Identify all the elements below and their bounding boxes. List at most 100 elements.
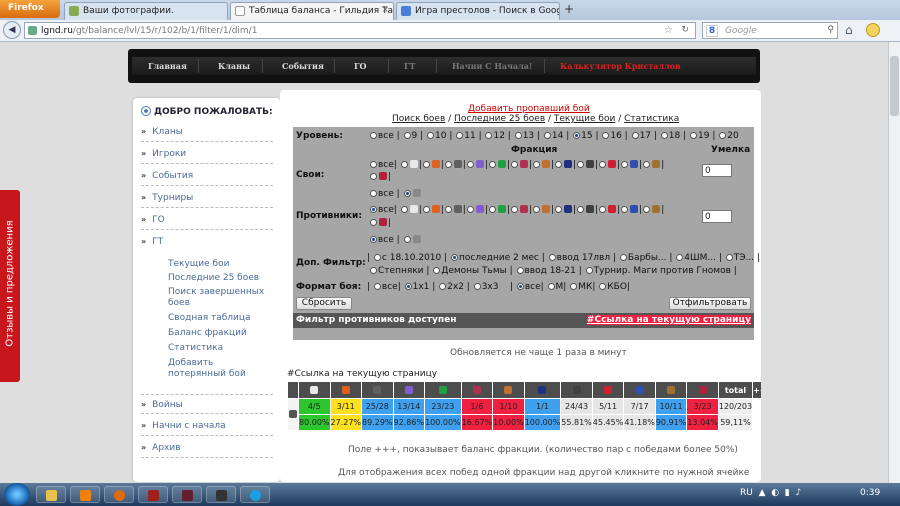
percent-cell[interactable]: 10.00% [492, 414, 525, 431]
extra-radio-8[interactable] [433, 267, 441, 274]
opp-rating-input[interactable]: 0 [702, 210, 732, 223]
faction-radio[interactable] [370, 173, 377, 180]
wins-cell[interactable]: 4/5 [298, 398, 331, 415]
menu-item-home[interactable]: Главная [148, 61, 187, 71]
faction-radio[interactable] [621, 161, 629, 168]
explorer-icon[interactable] [36, 486, 66, 503]
sidebar-item-events[interactable]: » События [141, 166, 273, 186]
reload-icon[interactable]: ↻ [681, 25, 689, 35]
wins-cell[interactable]: 1/6 [460, 398, 494, 415]
new-tab-icon[interactable]: + [562, 3, 576, 17]
faction-radio[interactable] [466, 206, 474, 213]
extra-radio-3[interactable] [548, 254, 556, 261]
extra-radio-5[interactable] [676, 254, 684, 261]
scrollbar-thumb[interactable] [890, 56, 899, 116]
vertical-scrollbar[interactable] [888, 42, 900, 483]
menu-item-events[interactable]: События [282, 61, 324, 71]
sidebar-item-wars[interactable]: » Войны [141, 394, 273, 414]
sidebar-item-start-over[interactable]: » Начни с начала [141, 416, 273, 436]
faction-radio[interactable] [599, 206, 607, 213]
wins-cell[interactable]: 3/11 [329, 398, 363, 415]
last-25-link[interactable]: Последние 25 боев [454, 114, 545, 124]
faction-radio[interactable] [643, 161, 651, 168]
level-radio[interactable] [456, 132, 464, 139]
percent-cell[interactable]: 89.29% [361, 414, 394, 431]
level-radio[interactable] [660, 132, 668, 139]
faction-radio[interactable] [466, 161, 474, 168]
percent-cell[interactable]: 41.18% [623, 414, 656, 431]
menu-item-clans[interactable]: Кланы [218, 61, 250, 71]
percent-cell[interactable]: 45.45% [591, 414, 625, 431]
level-radio[interactable] [543, 132, 551, 139]
faction-radio[interactable] [488, 206, 496, 213]
level-radio[interactable] [690, 132, 697, 139]
level-radio[interactable] [631, 132, 639, 139]
own-all-radio[interactable] [370, 161, 377, 168]
mode-mk-radio[interactable] [570, 283, 578, 290]
percent-cell[interactable]: 90.91% [654, 414, 688, 431]
sidebar-item-players[interactable]: » Игроки [141, 144, 273, 164]
current-page-link[interactable]: #Ссылка на текущую страницу [586, 315, 751, 325]
sidebar-item-archive[interactable]: » Архив [141, 438, 273, 458]
sidebar-subitem-faction-balance[interactable]: Баланс фракций [168, 328, 268, 339]
current-page-link-2[interactable]: #Ссылка на текущую страницу [287, 369, 437, 379]
extra-radio-9[interactable] [516, 267, 524, 274]
skype-icon[interactable] [240, 486, 270, 503]
level-radio[interactable] [403, 132, 411, 139]
faction-radio[interactable] [400, 206, 408, 213]
console-icon[interactable] [206, 486, 236, 503]
reset-button[interactable]: Сбросить [296, 297, 352, 310]
extra-radio-1[interactable] [373, 254, 381, 261]
extra-radio-2[interactable] [451, 254, 459, 261]
menu-item-gt[interactable]: ГТ [404, 61, 415, 71]
game-icon[interactable] [138, 486, 168, 503]
menu-item-crystal-calculator[interactable]: Калькулятор Кристаллов [560, 61, 681, 71]
percent-cell[interactable]: 92.86% [392, 414, 426, 431]
wins-cell[interactable]: 5/11 [591, 398, 625, 415]
faction-radio[interactable] [577, 206, 585, 213]
wins-cell[interactable]: 1/10 [492, 398, 525, 415]
home-icon[interactable]: ⌂ [845, 23, 853, 37]
level-radio[interactable] [602, 132, 610, 139]
percent-cell[interactable]: 100.00% [424, 414, 462, 431]
start-button-icon[interactable] [4, 483, 30, 506]
level-radio[interactable] [573, 132, 581, 139]
level-radio[interactable] [370, 132, 377, 139]
format-all-radio[interactable] [373, 283, 381, 290]
mode-kbo-radio[interactable] [599, 283, 607, 290]
sidebar-item-gt[interactable]: » ГТ [141, 232, 273, 252]
faction-radio[interactable] [599, 161, 607, 168]
wins-cell[interactable]: 23/23 [424, 398, 462, 415]
mode-all-radio[interactable] [516, 283, 524, 290]
sidebar-subitem-add-lost-battle[interactable]: Добавить потерянный бой [168, 358, 268, 380]
opp-all-radio-2[interactable] [370, 236, 377, 243]
faction-radio[interactable] [370, 219, 377, 226]
statistics-link[interactable]: Статистика [624, 114, 679, 124]
own-rating-input[interactable]: 0 [702, 164, 732, 177]
wins-cell[interactable]: 3/23 [686, 398, 719, 415]
format-1x1-radio[interactable] [404, 283, 412, 290]
faction-radio[interactable] [621, 206, 629, 213]
percent-cell[interactable]: 13.04% [686, 414, 719, 431]
faction-radio[interactable] [422, 161, 430, 168]
menu-item-start-over[interactable]: Начни С Начала! [452, 61, 532, 71]
tab-google-search[interactable]: Игра престолов - Поиск в Google [396, 2, 560, 20]
level-radio[interactable] [485, 132, 493, 139]
percent-cell[interactable]: 80.00% [298, 414, 331, 431]
faction-radio[interactable] [577, 161, 585, 168]
sidebar-item-go[interactable]: » ГО [141, 210, 273, 230]
extra-radio-7[interactable] [370, 267, 377, 274]
opp-all-radio[interactable] [370, 206, 377, 213]
sidebar-subitem-summary[interactable]: Сводная таблица [168, 313, 268, 324]
language-indicator[interactable]: RU [740, 488, 753, 498]
own-selected-radio[interactable] [403, 190, 411, 197]
percent-cell[interactable]: 16.67% [460, 414, 494, 431]
media-icon[interactable] [172, 486, 202, 503]
percent-cell[interactable]: 55.81% [560, 414, 593, 431]
extra-radio-6[interactable] [725, 254, 733, 261]
faction-radio[interactable] [510, 161, 518, 168]
search-input[interactable]: 8 Google ⚲ [702, 22, 838, 39]
menu-item-go[interactable]: ГО [354, 61, 367, 71]
addon-icon[interactable] [866, 23, 880, 37]
opp-selected-radio[interactable] [403, 236, 411, 243]
